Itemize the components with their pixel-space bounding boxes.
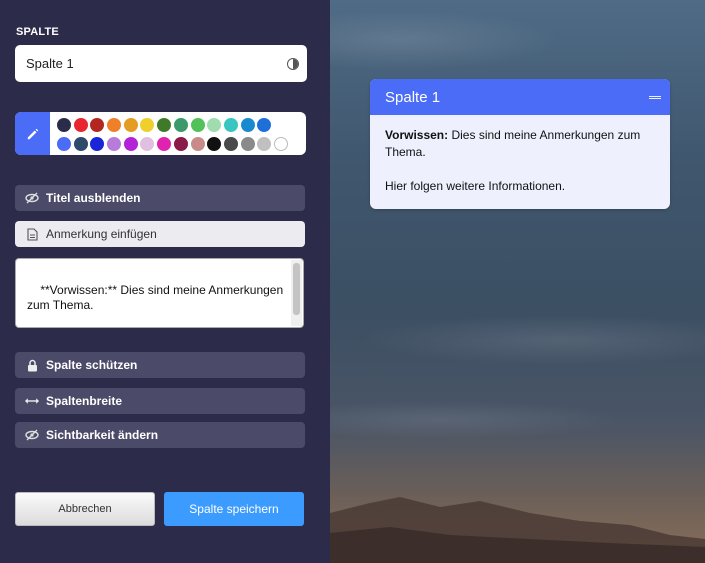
eye-slash-icon xyxy=(25,428,39,442)
color-swatch[interactable] xyxy=(157,118,172,132)
section-label: SPALTE xyxy=(16,26,59,38)
color-swatch[interactable] xyxy=(123,137,138,151)
color-swatch[interactable] xyxy=(90,137,105,151)
color-swatch[interactable] xyxy=(90,118,105,132)
color-swatch[interactable] xyxy=(223,137,238,151)
color-swatch[interactable] xyxy=(57,118,71,132)
color-swatch[interactable] xyxy=(173,118,188,132)
card-paragraph-1: Vorwissen: Dies sind meine Anmerkungen z… xyxy=(385,127,655,161)
column-title-value[interactable]: Spalte 1 xyxy=(26,56,287,71)
column-title-input[interactable]: Spalte 1 xyxy=(15,45,307,82)
cancel-button[interactable]: Abbrechen xyxy=(15,492,155,526)
visibility-option[interactable]: Sichtbarkeit ändern xyxy=(15,422,305,448)
menu-icon[interactable] xyxy=(649,95,661,99)
color-swatch[interactable] xyxy=(273,137,288,151)
color-swatch[interactable] xyxy=(73,137,88,151)
visibility-label: Sichtbarkeit ändern xyxy=(46,428,159,442)
column-editor-panel: SPALTE Spalte 1 Titel ausblenden Anmerku… xyxy=(0,0,330,563)
note-textarea[interactable]: **Vorwissen:** Dies sind meine Anmerkung… xyxy=(15,258,304,328)
column-width-label: Spaltenbreite xyxy=(46,394,123,408)
add-note-label: Anmerkung einfügen xyxy=(46,227,157,241)
pencil-icon xyxy=(27,128,38,139)
color-swatch[interactable] xyxy=(157,137,172,151)
color-swatch[interactable] xyxy=(140,118,155,132)
mountains-silhouette xyxy=(330,497,705,563)
card-title: Spalte 1 xyxy=(385,88,441,106)
document-icon xyxy=(25,227,39,241)
card-line-2: Hier folgen weitere Informationen. xyxy=(385,179,566,193)
contrast-icon[interactable] xyxy=(287,57,299,70)
card-body: Vorwissen: Dies sind meine Anmerkungen z… xyxy=(370,115,670,207)
column-preview-card: Spalte 1 Vorwissen: Dies sind meine Anme… xyxy=(370,79,670,209)
color-swatch[interactable] xyxy=(207,137,222,151)
color-swatch[interactable] xyxy=(107,137,122,151)
color-swatch[interactable] xyxy=(107,118,122,132)
pencil-button[interactable] xyxy=(15,112,50,155)
color-swatch[interactable] xyxy=(257,137,272,151)
color-swatch[interactable] xyxy=(223,118,238,132)
color-swatch[interactable] xyxy=(73,118,88,132)
color-swatch[interactable] xyxy=(240,118,255,132)
color-palette xyxy=(15,112,306,155)
color-swatch[interactable] xyxy=(190,118,205,132)
color-swatch[interactable] xyxy=(123,118,138,132)
hide-title-option[interactable]: Titel ausblenden xyxy=(15,185,305,211)
eye-slash-icon xyxy=(25,191,39,205)
color-swatch[interactable] xyxy=(140,137,155,151)
note-text[interactable]: **Vorwissen:** Dies sind meine Anmerkung… xyxy=(27,283,286,327)
color-swatches xyxy=(50,112,288,155)
color-swatch[interactable] xyxy=(240,137,255,151)
card-bold-prefix: Vorwissen: xyxy=(385,128,449,142)
color-swatch[interactable] xyxy=(257,118,272,132)
card-header: Spalte 1 xyxy=(370,79,670,115)
save-column-button[interactable]: Spalte speichern xyxy=(164,492,304,526)
column-width-option[interactable]: Spaltenbreite xyxy=(15,388,305,414)
color-swatch[interactable] xyxy=(173,137,188,151)
hide-title-label: Titel ausblenden xyxy=(46,191,141,205)
color-swatch[interactable] xyxy=(57,137,71,151)
protect-column-option[interactable]: Spalte schützen xyxy=(15,352,305,378)
note-scrollbar[interactable] xyxy=(291,260,302,326)
color-swatch[interactable] xyxy=(207,118,222,132)
protect-column-label: Spalte schützen xyxy=(46,358,138,372)
color-swatch[interactable] xyxy=(190,137,205,151)
add-note-option[interactable]: Anmerkung einfügen xyxy=(15,221,305,247)
arrows-horizontal-icon xyxy=(25,394,39,408)
lock-icon xyxy=(25,358,39,372)
